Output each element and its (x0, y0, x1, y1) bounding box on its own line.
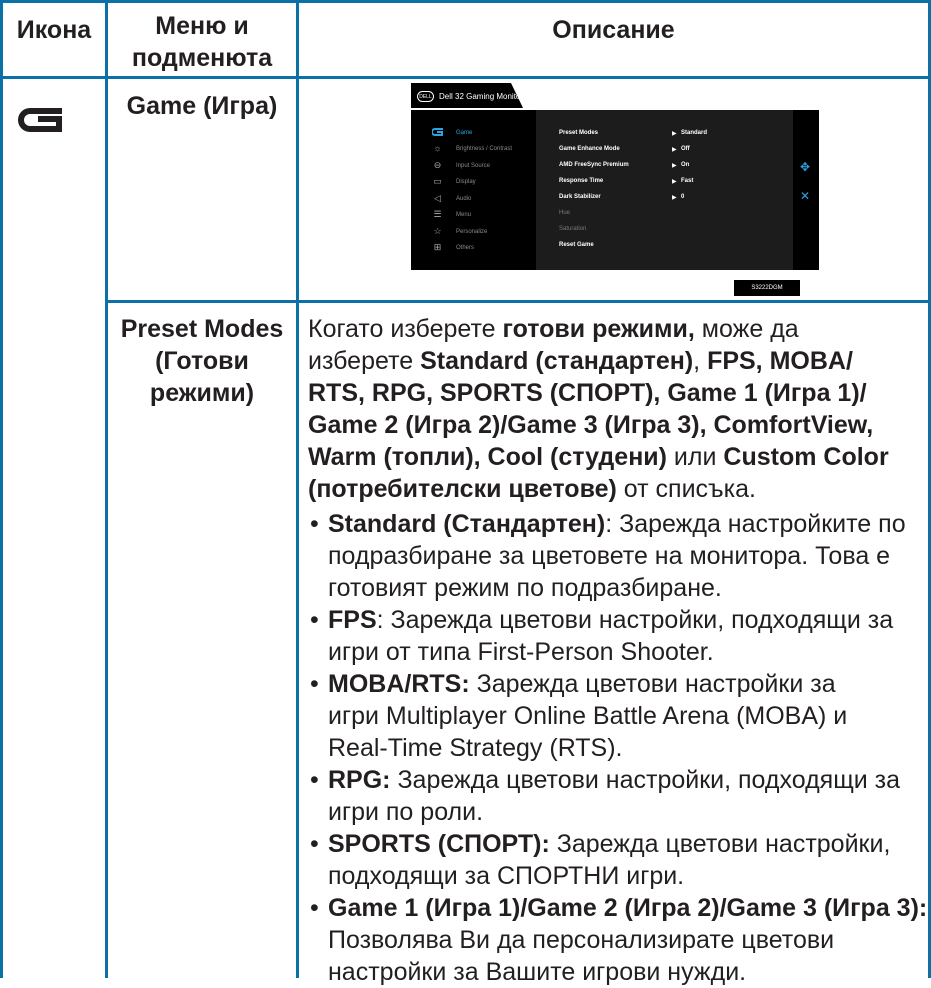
intro-text: от списъка. (616, 475, 757, 503)
others-icon[interactable]: ⊞ (432, 243, 443, 252)
osd-arrow-right-icon: ▶ (672, 195, 677, 201)
osd-header-title: Dell 32 Gaming Monitor (439, 92, 524, 101)
menu-icon[interactable]: ☰ (432, 210, 443, 219)
osd-value-response-time: Fast (681, 178, 694, 184)
osd-option-reset-game[interactable]: Reset Game (559, 242, 594, 248)
preset-mode-list: Standard (Стандартен): Зарежда настройки… (308, 508, 928, 988)
osd-value-preset-modes: Standard (681, 130, 708, 136)
preset-intro-line5: Warm (топли), Cool (студени) или Custom … (308, 441, 889, 473)
header-menu-line2: подменюта (131, 44, 273, 72)
intro-bold: Standard (стандартен) (420, 347, 694, 375)
osd-menu-game[interactable]: Game (456, 130, 472, 136)
list-item-title: MOBA/RTS: (328, 670, 470, 698)
preset-intro-line4: Game 2 (Игра 2)/Game 3 (Игра 3), Comfort… (308, 411, 874, 439)
column-divider-2 (296, 0, 299, 978)
list-item: FPS: Зарежда цветови настройки, подходящ… (308, 604, 918, 668)
list-item: Game 1 (Игра 1)/Game 2 (Игра 2)/Game 3 (… (308, 892, 931, 988)
preset-intro-line3: RTS, RPG, SPORTS (СПОРТ), Game 1 (Игра 1… (308, 379, 867, 407)
menu-preset-line1: Preset Modes (120, 315, 284, 343)
osd-option-saturation: Saturation (559, 226, 587, 232)
header-bottom-border (0, 76, 931, 79)
osd-value-dark-stabilizer: 0 (681, 194, 685, 200)
osd-menu-menu[interactable]: Menu (456, 212, 471, 218)
display-icon[interactable]: ▭ (432, 177, 443, 186)
osd-value-freesync: On (681, 162, 690, 168)
osd-menu-display[interactable]: Display (456, 179, 476, 185)
list-item-text: : Зарежда цветови настройки, подходящи з… (328, 606, 894, 666)
intro-bold: Warm (топли), Cool (студени) (308, 443, 667, 471)
header-menu-line1: Меню и (155, 12, 249, 40)
osd-menu-others[interactable]: Others (456, 245, 474, 251)
osd-arrow-right-icon: ▶ (672, 163, 677, 169)
audio-icon[interactable]: ◁ (432, 194, 443, 203)
menu-preset-line3: режими) (149, 379, 255, 407)
intro-bold: FPS, MOBA/ (707, 347, 853, 375)
column-divider-1 (105, 0, 108, 978)
osd-arrow-right-icon: ▶ (672, 131, 677, 137)
brightness-icon[interactable]: ☼ (432, 144, 443, 153)
row-divider (108, 300, 931, 303)
osd-option-preset-modes[interactable]: Preset Modes (559, 130, 598, 136)
osd-menu-input-source[interactable]: Input Source (456, 163, 490, 169)
osd-menu-brightness[interactable]: Brightness / Contrast (456, 146, 512, 152)
move-icon[interactable]: ✥ (800, 161, 810, 173)
intro-text: , (693, 347, 708, 375)
osd-option-dark-stabilizer[interactable]: Dark Stabilizer (559, 194, 601, 200)
intro-bold: Custom Color (723, 443, 889, 471)
osd-model-label: S3222DGM (734, 280, 800, 296)
preset-intro-line6: (потребителски цветове) от списъка. (308, 473, 756, 505)
menu-game: Game (Игра) (126, 92, 278, 120)
list-item: Standard (Стандартен): Зарежда настройки… (308, 508, 918, 604)
osd-arrow-right-icon: ▶ (672, 147, 677, 153)
dell-logo: DELL (417, 91, 434, 102)
list-item-title: FPS (328, 606, 377, 634)
intro-text: Когато изберете (308, 315, 503, 343)
personalize-icon[interactable]: ☆ (432, 227, 443, 236)
list-item-title: Game 1 (Игра 1)/Game 2 (Игра 2)/Game 3 (… (328, 894, 928, 922)
intro-text: може да (694, 315, 799, 343)
osd-menu-audio[interactable]: Audio (456, 196, 471, 202)
table-top-border (0, 0, 931, 3)
osd-value-game-enhance: Off (681, 146, 690, 152)
input-source-icon[interactable]: ⊖ (432, 161, 443, 170)
osd-option-response-time[interactable]: Response Time (559, 178, 603, 184)
close-icon[interactable]: ✕ (800, 190, 810, 202)
osd-menu-personalize[interactable]: Personalize (456, 229, 487, 235)
list-item: MOBA/RTS: Зарежда цветови настройки за и… (308, 668, 888, 764)
list-item: RPG: Зарежда цветови настройки, подходящ… (308, 764, 928, 828)
intro-bold: готови режими, (502, 315, 695, 343)
osd-option-freesync[interactable]: AMD FreeSync Premium (559, 162, 629, 168)
osd-option-hue: Hue (559, 210, 571, 216)
osd-game-icon[interactable] (432, 128, 443, 137)
list-item-title: Standard (Стандартен) (328, 510, 606, 538)
list-item-text: Позволява Ви да персонализирате цветови … (328, 926, 835, 986)
header-description: Описание (552, 16, 675, 44)
intro-text: или (666, 443, 724, 471)
list-item-title: RPG: (328, 766, 391, 794)
game-icon (18, 108, 62, 132)
preset-intro-line1: Когато изберете готови режими, може да (308, 313, 799, 345)
intro-bold: (потребителски цветове) (308, 475, 617, 503)
osd-arrow-right-icon: ▶ (672, 179, 677, 185)
table-left-border (0, 0, 3, 978)
osd-option-game-enhance[interactable]: Game Enhance Mode (559, 146, 620, 152)
preset-intro-line2: изберете Standard (стандартен), FPS, MOB… (308, 345, 853, 377)
list-item: SPORTS (СПОРТ): Зарежда цветови настройк… (308, 828, 931, 892)
header-icon: Икона (16, 16, 92, 44)
intro-text: изберете (308, 347, 421, 375)
menu-preset-line2: (Готови (155, 347, 249, 375)
list-item-title: SPORTS (СПОРТ): (328, 830, 550, 858)
list-item-text: Зарежда цветови настройки, подходящи за … (328, 766, 901, 826)
